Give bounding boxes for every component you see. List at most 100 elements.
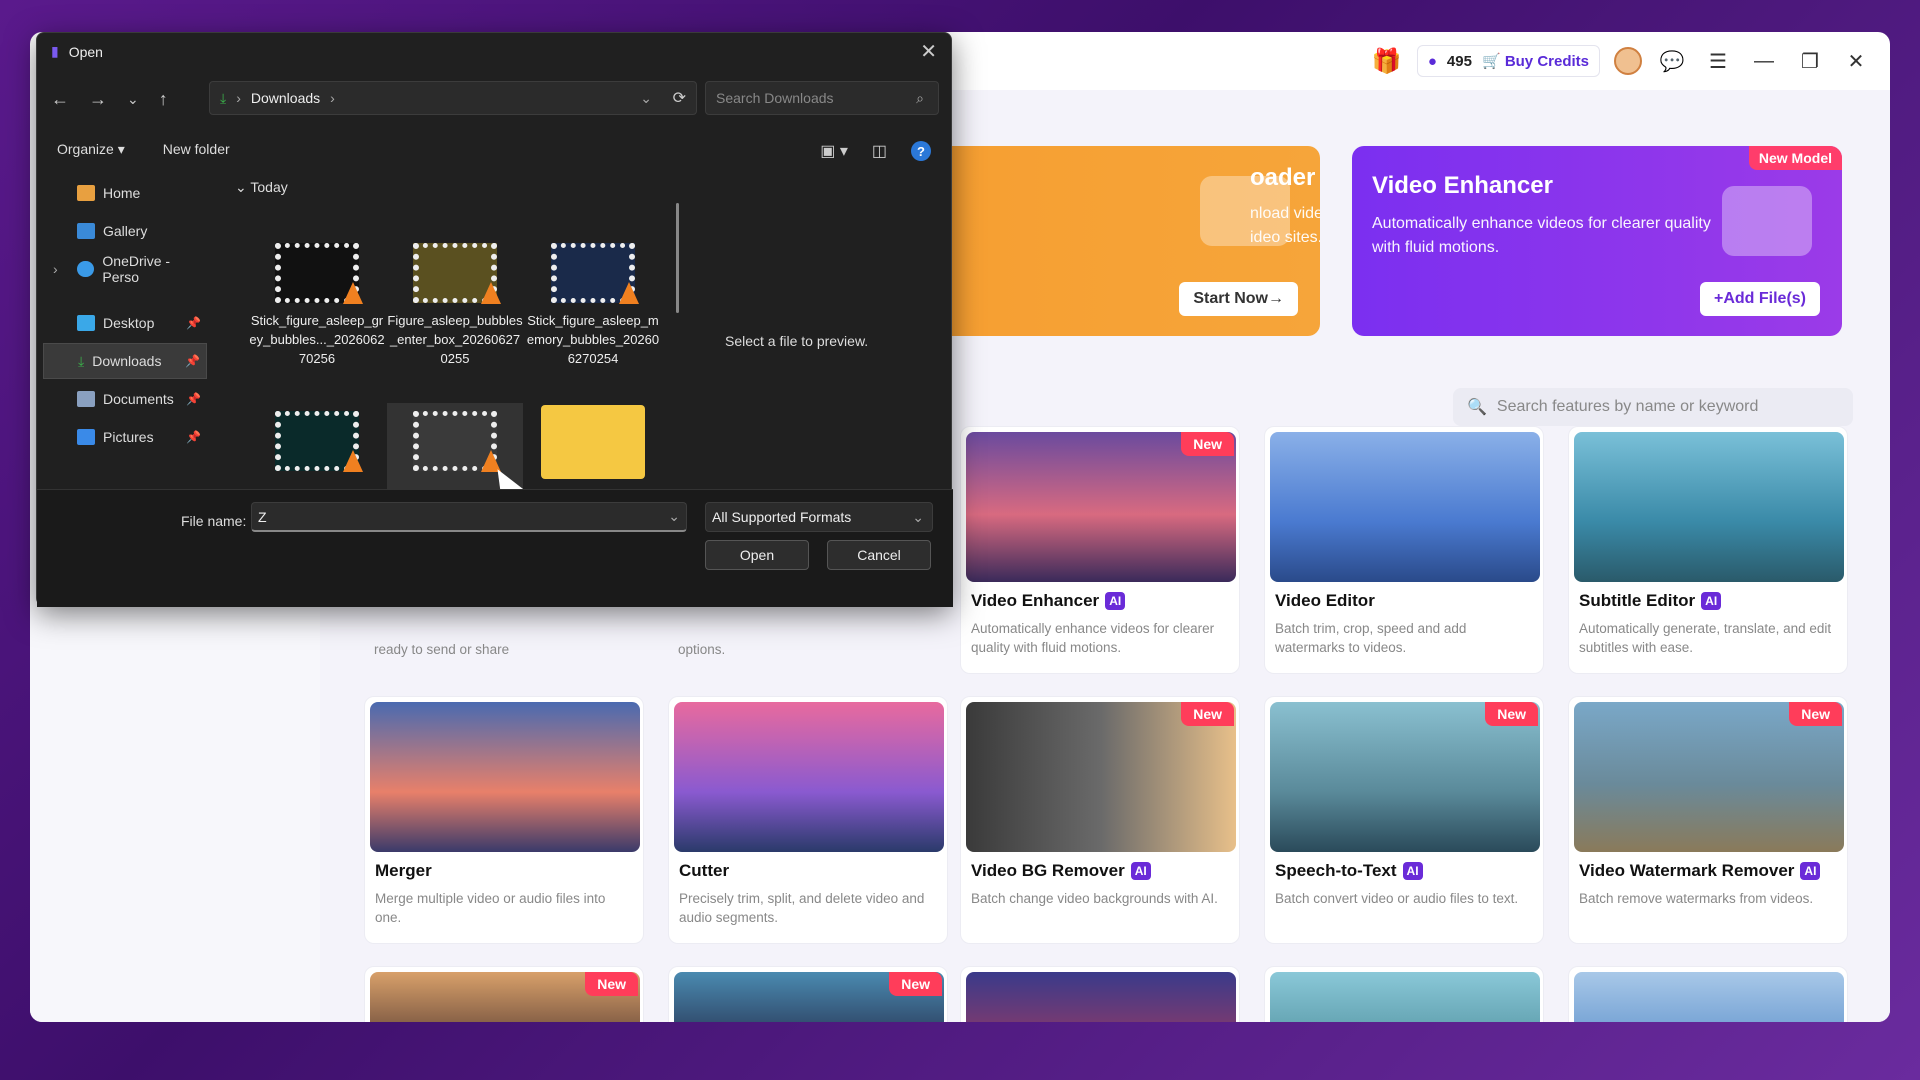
chevron-down-icon: ⌄ bbox=[912, 508, 924, 525]
cart-icon: 🛒 bbox=[1481, 53, 1501, 70]
breadcrumb-separator: › bbox=[330, 90, 335, 106]
up-icon[interactable]: ↑ bbox=[159, 89, 168, 110]
feature-card-speech-to-text[interactable]: New Speech-to-Text AI Batch convert video… bbox=[1264, 696, 1544, 944]
gift-icon[interactable]: 🎁 bbox=[1371, 45, 1403, 77]
pin-icon: 📌 bbox=[186, 316, 201, 330]
card-thumbnail bbox=[966, 972, 1236, 1022]
forward-icon[interactable]: → bbox=[89, 89, 107, 110]
nav-item-downloads[interactable]: ⤓ Downloads 📌 bbox=[43, 343, 207, 379]
feature-card-video-bg-remover[interactable]: New Video BG Remover AI Batch change vide… bbox=[960, 696, 1240, 944]
add-files-button[interactable]: +Add File(s) bbox=[1699, 282, 1820, 316]
ai-badge: AI bbox=[1402, 862, 1423, 880]
chevron-down-icon[interactable]: ⌄ bbox=[640, 90, 652, 107]
card-title: Video BG Remover AI bbox=[971, 861, 1151, 881]
card-thumbnail bbox=[1270, 972, 1540, 1022]
feature-card-video-editor[interactable]: Video Editor Batch trim, crop, speed and… bbox=[1264, 426, 1544, 674]
card-thumbnail bbox=[370, 702, 640, 852]
open-button[interactable]: Open bbox=[705, 540, 809, 570]
feature-search-placeholder: Search features by name or keyword bbox=[1496, 398, 1759, 415]
dialog-title: Open bbox=[68, 43, 103, 60]
restore-icon[interactable]: ❐ bbox=[1794, 45, 1826, 77]
feature-card-row3-5[interactable] bbox=[1568, 966, 1848, 1022]
pin-icon: 📌 bbox=[185, 354, 200, 368]
ai-badge: AI bbox=[1105, 592, 1126, 610]
search-downloads-input[interactable]: Search Downloads ⌕ bbox=[705, 81, 939, 115]
start-now-button[interactable]: Start Now→ bbox=[1179, 282, 1298, 316]
card-desc: Batch change video backgrounds with AI. bbox=[971, 891, 1218, 906]
address-bar[interactable]: ⤓ › Downloads › ⌄ ⟳ bbox=[209, 81, 697, 115]
file-name-input[interactable]: Z ⌄ bbox=[251, 502, 687, 532]
file-item[interactable]: Figure_asleep_bubbles_enter_box_20260627… bbox=[387, 243, 523, 368]
video-thumbnail bbox=[275, 411, 363, 472]
feature-card-row3-3[interactable] bbox=[960, 966, 1240, 1022]
minimize-icon[interactable]: — bbox=[1748, 45, 1780, 77]
cancel-button[interactable]: Cancel bbox=[827, 540, 931, 570]
new-badge: New bbox=[1789, 702, 1842, 726]
card-desc: Merge multiple video or audio files into… bbox=[375, 891, 606, 925]
downloader-title: oader bbox=[1250, 164, 1316, 191]
chevron-right-icon[interactable]: › bbox=[53, 261, 58, 277]
scrollbar-thumb[interactable] bbox=[676, 203, 679, 313]
preview-pane-icon[interactable]: ◫ bbox=[872, 141, 887, 161]
feature-card-video-enhancer[interactable]: New Video Enhancer AI Automatically enhan… bbox=[960, 426, 1240, 674]
nav-item-pictures[interactable]: Pictures 📌 bbox=[43, 419, 207, 455]
refresh-icon[interactable]: ⟳ bbox=[673, 88, 686, 108]
feature-card-merger[interactable]: Merger Merge multiple video or audio fil… bbox=[364, 696, 644, 944]
new-badge: New bbox=[1181, 432, 1234, 456]
file-list: ⌄ Today Stick_figure_asleep_grey_bubbles… bbox=[229, 173, 709, 491]
nav-item-desktop[interactable]: Desktop 📌 bbox=[43, 305, 207, 341]
nav-item-documents[interactable]: Documents 📌 bbox=[43, 381, 207, 417]
chevron-down-icon[interactable]: ⌄ bbox=[668, 508, 680, 525]
feature-card-video-watermark-remover[interactable]: New Video Watermark Remover AI Batch remo… bbox=[1568, 696, 1848, 944]
menu-icon[interactable]: ☰ bbox=[1702, 45, 1734, 77]
card-title: Speech-to-Text AI bbox=[1275, 861, 1423, 881]
feature-card-subtitle-editor[interactable]: Subtitle Editor AI Automatically generate… bbox=[1568, 426, 1848, 674]
pin-icon: 📌 bbox=[186, 430, 201, 444]
video-thumbnail bbox=[413, 411, 501, 472]
folder-item[interactable] bbox=[525, 395, 661, 489]
organize-button[interactable]: Organize ▾ bbox=[57, 141, 125, 158]
new-badge: New bbox=[1181, 702, 1234, 726]
file-item[interactable]: Stick_figure_asleep_memory_bubbles_20260… bbox=[525, 243, 661, 368]
card-title: Merger bbox=[375, 861, 432, 880]
file-type-select[interactable]: All Supported Formats ⌄ bbox=[705, 502, 933, 532]
card-desc: Precisely trim, split, and delete video … bbox=[679, 891, 925, 925]
breadcrumb-downloads[interactable]: Downloads bbox=[251, 90, 320, 106]
group-header-today[interactable]: ⌄ Today bbox=[235, 179, 288, 196]
nav-item-onedrive[interactable]: › OneDrive - Perso bbox=[43, 251, 207, 287]
card-thumbnail bbox=[1574, 432, 1844, 582]
feature-search-input[interactable]: 🔍 Search features by name or keyword bbox=[1453, 388, 1853, 426]
feature-card-cutter[interactable]: Cutter Precisely trim, split, and delete… bbox=[668, 696, 948, 944]
new-folder-button[interactable]: New folder bbox=[163, 141, 230, 158]
credits-count: 495 bbox=[1446, 52, 1472, 70]
documents-icon bbox=[77, 391, 95, 407]
desktop-icon bbox=[77, 315, 95, 331]
buy-credits-button[interactable]: 🛒 Buy Credits bbox=[1482, 52, 1589, 70]
nav-item-gallery[interactable]: Gallery bbox=[43, 213, 207, 249]
nav-item-home[interactable]: Home bbox=[43, 175, 207, 211]
search-icon: ⌕ bbox=[916, 89, 924, 106]
chat-icon[interactable]: 💬 bbox=[1656, 45, 1688, 77]
avatar[interactable] bbox=[1614, 47, 1642, 75]
close-icon[interactable]: ✕ bbox=[1840, 45, 1872, 77]
file-item[interactable] bbox=[249, 411, 385, 479]
hidden-card-desc-2: options. bbox=[678, 642, 726, 657]
video-enhancer-banner[interactable]: New Model Video Enhancer Automatically e… bbox=[1352, 146, 1842, 336]
file-item[interactable]: Stick_figure_asleep_grey_bubbles..._2026… bbox=[249, 243, 385, 368]
card-title: Video Editor bbox=[1275, 591, 1375, 610]
close-icon[interactable]: ✕ bbox=[920, 39, 937, 64]
new-badge: New bbox=[585, 972, 638, 996]
file-list-scrollbar[interactable] bbox=[673, 173, 683, 491]
video-thumbnail bbox=[413, 243, 501, 304]
help-icon[interactable]: ? bbox=[911, 141, 931, 161]
card-desc: Batch trim, crop, speed and add watermar… bbox=[1275, 621, 1467, 655]
feature-card-row3-4[interactable] bbox=[1264, 966, 1544, 1022]
feature-card-row3-1[interactable]: New bbox=[364, 966, 644, 1022]
chevron-down-icon[interactable]: ⌄ bbox=[127, 91, 139, 108]
coin-icon: ● bbox=[1427, 52, 1437, 70]
back-icon[interactable]: ← bbox=[51, 89, 69, 110]
view-mode-icon[interactable]: ▣ ▾ bbox=[820, 141, 848, 161]
feature-card-row3-2[interactable]: New bbox=[668, 966, 948, 1022]
card-thumbnail bbox=[1270, 432, 1540, 582]
download-icon: ⤓ bbox=[220, 89, 227, 106]
